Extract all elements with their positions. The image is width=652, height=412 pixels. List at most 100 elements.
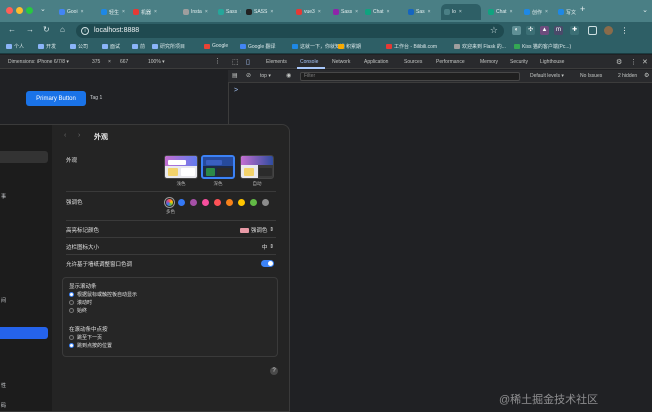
highlight-color-select[interactable]: 强调色 ⇕ <box>239 226 274 234</box>
extension-icon[interactable]: ◐ <box>512 26 521 35</box>
tab-close-icon[interactable]: × <box>122 9 125 15</box>
maximize-window-icon[interactable] <box>26 7 33 14</box>
scrollbar-scrolling-radio[interactable]: 滚动时 <box>69 299 92 306</box>
address-bar[interactable]: i localhost:8888 ☆ <box>76 24 504 38</box>
bookmark-item[interactable]: 面试 <box>102 43 120 50</box>
sidebar-item-label[interactable]: 性 <box>1 382 6 389</box>
accent-color-swatch[interactable] <box>238 199 245 206</box>
minimize-window-icon[interactable] <box>16 7 23 14</box>
devtools-tab-lighthouse[interactable]: Lighthouse <box>540 59 564 65</box>
devtools-tab-performance[interactable]: Performance <box>436 59 465 65</box>
accent-color-swatch[interactable] <box>178 199 185 206</box>
console-prompt[interactable]: > <box>234 87 238 94</box>
accent-color-swatch[interactable] <box>226 199 233 206</box>
device-more-icon[interactable]: ⋮ <box>214 57 221 65</box>
accent-color-swatch[interactable] <box>214 199 221 206</box>
device-height-input[interactable]: 667 <box>120 59 128 65</box>
forward-arrow-icon[interactable]: → <box>26 25 34 34</box>
accent-color-swatch[interactable] <box>190 199 197 206</box>
extension-puzzle-icon[interactable]: ✣ <box>526 26 535 35</box>
accent-color-swatch[interactable] <box>250 199 257 206</box>
eye-icon[interactable]: ◉ <box>286 72 291 79</box>
extension-icon[interactable]: m <box>554 26 563 35</box>
tab-close-icon[interactable]: × <box>387 9 390 15</box>
devtools-tab-application[interactable]: Application <box>364 59 388 65</box>
tab-close-icon[interactable]: × <box>318 9 321 15</box>
address-url[interactable]: localhost:8888 <box>94 27 139 34</box>
browser-tab[interactable]: Gooi × <box>56 4 94 20</box>
browser-tab[interactable]: 写文× <box>555 4 579 20</box>
profile-avatar[interactable] <box>604 26 613 35</box>
browser-tab[interactable]: vue3 × <box>293 4 327 20</box>
device-toggle-icon[interactable]: ▯ <box>246 58 250 66</box>
browser-tab[interactable]: Chat × <box>362 4 402 20</box>
tab-search-icon[interactable]: ⌄ <box>40 5 46 13</box>
click-jump-position-radio[interactable]: 跳到点按的位置 <box>69 342 112 349</box>
forward-chevron-icon[interactable]: › <box>78 132 80 139</box>
console-filter-input[interactable]: Filter <box>300 72 520 81</box>
devtools-settings-icon[interactable]: ⚙ <box>616 58 622 66</box>
tab-close-icon[interactable]: × <box>510 9 513 15</box>
devtools-tab-memory[interactable]: Memory <box>480 59 498 65</box>
reload-icon[interactable]: ↻ <box>43 25 50 34</box>
sidebar-item[interactable] <box>0 151 48 163</box>
devtools-tab-console[interactable]: Console <box>300 59 318 65</box>
sidebar-icon-size-select[interactable]: 中 ⇕ <box>262 243 274 251</box>
issues-count[interactable]: No Issues <box>580 73 602 79</box>
browser-tab[interactable]: Sass× <box>215 4 241 20</box>
devtools-tab-security[interactable]: Security <box>510 59 528 65</box>
tab-close-icon[interactable]: × <box>81 9 84 15</box>
browser-tab[interactable]: Chat × <box>485 4 519 20</box>
back-chevron-icon[interactable]: ‹ <box>64 132 66 139</box>
tab-close-icon[interactable]: × <box>355 9 358 15</box>
devtools-close-icon[interactable]: ✕ <box>642 58 648 66</box>
bookmark-item[interactable]: 欢迎来到 Flask 的... <box>454 43 506 50</box>
tab-close-icon[interactable]: × <box>240 9 241 15</box>
bookmark-star-icon[interactable]: ☆ <box>490 25 498 36</box>
help-icon[interactable]: ? <box>270 367 278 375</box>
device-dimensions-select[interactable]: Dimensions: iPhone 6/7/8 ▾ <box>8 59 69 65</box>
bookmark-item[interactable]: 个人 <box>6 43 24 50</box>
browser-tab[interactable]: lo × <box>441 4 481 20</box>
theme-auto-option[interactable] <box>240 155 274 179</box>
browser-tab[interactable]: 轻生 × <box>98 4 128 20</box>
browser-tab[interactable]: Insta × <box>180 4 212 20</box>
bookmark-item[interactable]: 开发 <box>38 43 56 50</box>
bookmark-item[interactable]: Google <box>204 43 228 49</box>
console-panel[interactable]: > <box>228 83 652 412</box>
side-panel-icon[interactable] <box>588 26 597 35</box>
sidebar-item-appearance[interactable] <box>0 327 48 339</box>
browser-tab[interactable]: SASS × <box>243 4 289 20</box>
home-icon[interactable]: ⌂ <box>60 25 65 34</box>
bookmark-item[interactable]: Kiss 猫的客户端(Pc...) <box>514 43 571 50</box>
scrollbar-auto-radio[interactable]: 根据鼠标或触控板自动显示 <box>69 291 137 298</box>
console-sidebar-icon[interactable]: ▤ <box>232 72 238 79</box>
bookmark-item[interactable]: 前 <box>132 43 145 50</box>
tab-close-icon[interactable]: × <box>545 9 548 15</box>
accent-color-swatch[interactable] <box>202 199 209 206</box>
accent-color-swatch[interactable] <box>262 199 269 206</box>
browser-tab[interactable]: Sass× <box>330 4 360 20</box>
sidebar-item-label[interactable]: 事 <box>1 193 6 200</box>
devtools-more-icon[interactable]: ⋮ <box>630 58 637 66</box>
tab-close-icon[interactable]: × <box>459 9 462 15</box>
site-info-icon[interactable]: i <box>81 27 89 35</box>
browser-tab[interactable]: 机器 × <box>130 4 176 20</box>
theme-dark-option[interactable] <box>201 155 235 179</box>
wallpaper-tint-toggle[interactable] <box>261 260 274 267</box>
back-arrow-icon[interactable]: ← <box>8 25 16 34</box>
bookmark-item[interactable]: Google 翻译 <box>240 43 276 50</box>
new-tab-button[interactable]: + <box>580 4 585 14</box>
devtools-tab-sources[interactable]: Sources <box>404 59 422 65</box>
devtools-tab-elements[interactable]: Elements <box>266 59 287 65</box>
browser-menu-icon[interactable]: ⋮ <box>620 26 629 35</box>
context-select[interactable]: top ▾ <box>260 73 271 79</box>
device-zoom-select[interactable]: 100% ▾ <box>148 59 165 65</box>
browser-tab[interactable]: 创作 × <box>521 4 553 20</box>
extensions-puzzle-icon[interactable]: ✚ <box>570 26 579 35</box>
log-levels-select[interactable]: Default levels ▾ <box>530 73 564 79</box>
bookmark-item[interactable]: 公司 <box>70 43 88 50</box>
extension-icon[interactable]: ▲ <box>540 26 549 35</box>
browser-tab[interactable]: Sas × <box>405 4 439 20</box>
accent-color-swatch[interactable] <box>166 199 173 206</box>
